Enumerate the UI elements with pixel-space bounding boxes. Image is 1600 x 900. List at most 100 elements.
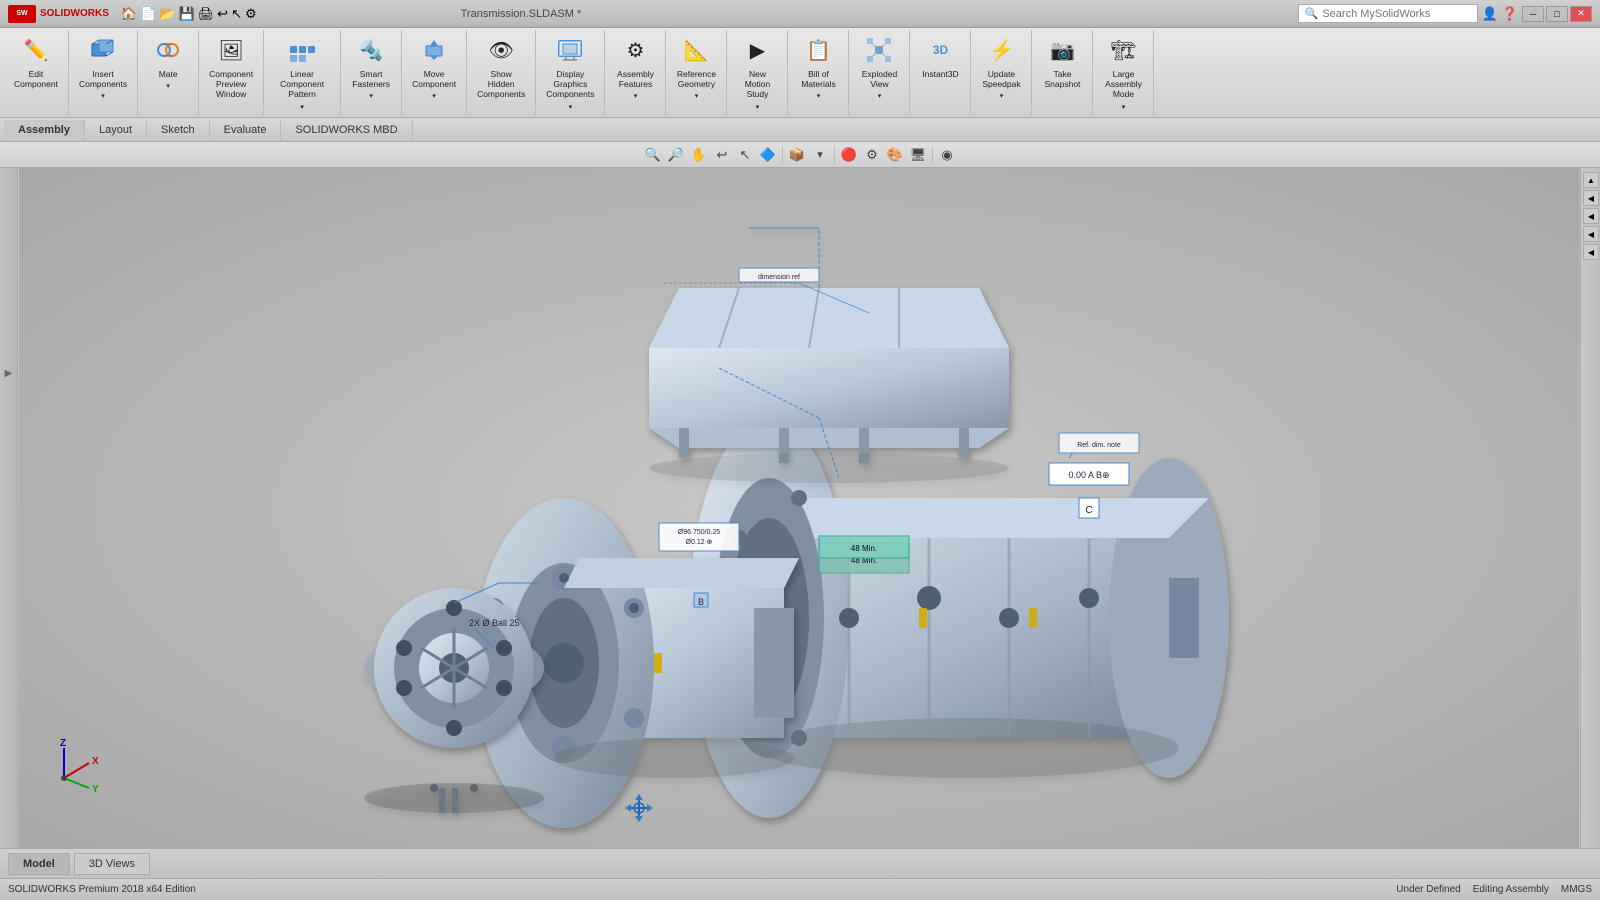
right-panel-btn-1[interactable]: ▲: [1583, 172, 1599, 188]
right-panel-btn-5[interactable]: ◀: [1583, 244, 1599, 260]
svg-text:0.00 A B⊕: 0.00 A B⊕: [1068, 470, 1109, 480]
smart-fasteners-button[interactable]: 🔩 SmartFasteners ▾: [345, 30, 397, 104]
save-icon[interactable]: 💾: [178, 6, 194, 22]
mate-icon: [152, 34, 184, 66]
right-panel-btn-2[interactable]: ◀: [1583, 190, 1599, 206]
svg-text:Ref. dim. note: Ref. dim. note: [1077, 442, 1121, 449]
svg-text:B: B: [698, 597, 704, 607]
minimize-button[interactable]: ─: [1522, 6, 1544, 22]
view-settings-button[interactable]: ⚙: [861, 144, 883, 166]
tab-sketch[interactable]: Sketch: [147, 120, 210, 140]
zoom-in-button[interactable]: 🔎: [665, 144, 687, 166]
motion-study-icon: ▶: [741, 34, 773, 66]
large-assembly-mode-button[interactable]: 🏗 LargeAssemblyMode ▾: [1097, 30, 1149, 115]
open-icon[interactable]: 📂: [159, 6, 175, 22]
appearance-button[interactable]: 🎨: [884, 144, 906, 166]
canvas-area[interactable]: B 48 Min. 0.00 A B⊕ C Ø96.750/0.25 Ø0.12…: [18, 168, 1580, 848]
svg-text:C: C: [1085, 505, 1092, 516]
btab-model[interactable]: Model: [8, 853, 70, 875]
vt-separator-1: [782, 146, 783, 164]
vt-separator-2: [834, 146, 835, 164]
display-graphics-components-button[interactable]: DisplayGraphicsComponents ▾: [540, 30, 600, 115]
exploded-view-group: ExplodedView ▾: [849, 30, 910, 115]
instant3d-icon: 3D: [924, 34, 956, 66]
tab-bar: Assembly Layout Sketch Evaluate SOLIDWOR…: [0, 118, 1600, 142]
section-view-button[interactable]: 🔴: [838, 144, 860, 166]
search-input[interactable]: [1322, 8, 1462, 20]
zoom-to-fit-button[interactable]: 🔍: [642, 144, 664, 166]
assembly-features-button[interactable]: ⚙ AssemblyFeatures ▾: [609, 30, 661, 104]
linear-component-pattern-button[interactable]: Linear ComponentPattern ▾: [268, 30, 336, 115]
svg-text:48 Min.: 48 Min.: [851, 544, 877, 553]
help-icon[interactable]: ❓: [1502, 6, 1518, 22]
scene-button[interactable]: 🖥: [907, 144, 929, 166]
editing-status: Editing Assembly: [1473, 884, 1549, 895]
titlebar-left: SW SOLIDWORKS 🏠 📄 📂 💾 🖨 ↩ ↖ ⚙ Transmissi…: [8, 5, 581, 23]
realview-button[interactable]: ◉: [936, 144, 958, 166]
mate-button[interactable]: Mate ▾: [142, 30, 194, 94]
left-panel-toggle[interactable]: ▶: [5, 368, 13, 379]
show-hidden-icon: 👁: [485, 34, 517, 66]
svg-text:dimension ref: dimension ref: [758, 274, 800, 281]
smart-fasteners-icon: 🔩: [355, 34, 387, 66]
bill-of-materials-button[interactable]: 📋 Bill ofMaterials ▾: [792, 30, 844, 104]
assembly-view: B 48 Min. 0.00 A B⊕ C Ø96.750/0.25 Ø0.12…: [18, 168, 1580, 848]
right-panel-btn-3[interactable]: ◀: [1583, 208, 1599, 224]
sw-edition-label: SOLIDWORKS Premium 2018 x64 Edition: [8, 884, 196, 895]
tab-assembly[interactable]: Assembly: [4, 120, 85, 140]
btab-3dviews[interactable]: 3D Views: [74, 853, 150, 875]
right-panel-btn-4[interactable]: ◀: [1583, 226, 1599, 242]
user-icon[interactable]: 👤: [1482, 6, 1498, 22]
edit-component-button[interactable]: ✏️ EditComponent: [8, 30, 64, 93]
edit-component-group: ✏️ EditComponent: [4, 30, 69, 115]
close-button[interactable]: ✕: [1570, 6, 1592, 22]
linear-pattern-group: Linear ComponentPattern ▾: [264, 30, 341, 115]
reference-geometry-group: 📐 ReferenceGeometry ▾: [666, 30, 727, 115]
rotate-button[interactable]: ↩: [711, 144, 733, 166]
view-display-button[interactable]: ▾: [809, 144, 831, 166]
component-preview-button[interactable]: 🖼 ComponentPreviewWindow: [203, 30, 259, 104]
move-component-button[interactable]: MoveComponent ▾: [406, 30, 462, 104]
undo-icon[interactable]: ↩: [217, 6, 228, 22]
reference-geometry-button[interactable]: 📐 ReferenceGeometry ▾: [670, 30, 722, 104]
assembly-features-group: ⚙ AssemblyFeatures ▾: [605, 30, 666, 115]
svg-text:X: X: [92, 756, 99, 767]
exploded-view-button[interactable]: ExplodedView ▾: [853, 30, 905, 104]
statusbar-right: Under Defined Editing Assembly MMGS: [1396, 884, 1592, 895]
large-assembly-group: 🏗 LargeAssemblyMode ▾: [1093, 30, 1154, 115]
mate-group: Mate ▾: [138, 30, 199, 115]
search-bar[interactable]: 🔍: [1298, 4, 1478, 23]
snapshot-icon: 📷: [1046, 34, 1078, 66]
update-speedpak-button[interactable]: ⚡ UpdateSpeedpak ▾: [975, 30, 1027, 104]
vt-separator-3: [932, 146, 933, 164]
move-component-icon: [418, 34, 450, 66]
home-icon[interactable]: 🏠: [121, 6, 137, 22]
instant3d-group: 3D Instant3D: [910, 30, 971, 115]
tab-evaluate[interactable]: Evaluate: [210, 120, 282, 140]
main-area: ▶: [0, 168, 1600, 848]
select-button[interactable]: ↖: [734, 144, 756, 166]
cursor-icon[interactable]: ↖: [231, 6, 242, 22]
take-snapshot-button[interactable]: 📷 TakeSnapshot: [1036, 30, 1088, 93]
print-icon[interactable]: 🖨: [198, 6, 215, 22]
pan-button[interactable]: ✋: [688, 144, 710, 166]
move-component-group: MoveComponent ▾: [402, 30, 467, 115]
new-motion-study-button[interactable]: ▶ NewMotionStudy ▾: [731, 30, 783, 115]
filter-button[interactable]: 🔷: [757, 144, 779, 166]
search-icon: 🔍: [1305, 7, 1319, 20]
restore-button[interactable]: □: [1546, 6, 1568, 22]
tab-layout[interactable]: Layout: [85, 120, 147, 140]
new-icon[interactable]: 📄: [140, 6, 156, 22]
definition-status: Under Defined: [1396, 884, 1460, 895]
tab-solidworks-mbd[interactable]: SOLIDWORKS MBD: [281, 120, 412, 140]
view-orient-button[interactable]: 📦: [786, 144, 808, 166]
insert-components-icon: [87, 34, 119, 66]
units-label: MMGS: [1561, 884, 1592, 895]
svg-text:Y: Y: [92, 784, 99, 795]
instant3d-button[interactable]: 3D Instant3D: [914, 30, 966, 83]
insert-components-button[interactable]: InsertComponents ▾: [73, 30, 133, 104]
options-icon[interactable]: ⚙: [245, 6, 257, 22]
speedpak-icon: ⚡: [985, 34, 1017, 66]
show-hidden-components-button[interactable]: 👁 ShowHiddenComponents: [471, 30, 531, 104]
left-panel: ▶: [0, 168, 18, 848]
